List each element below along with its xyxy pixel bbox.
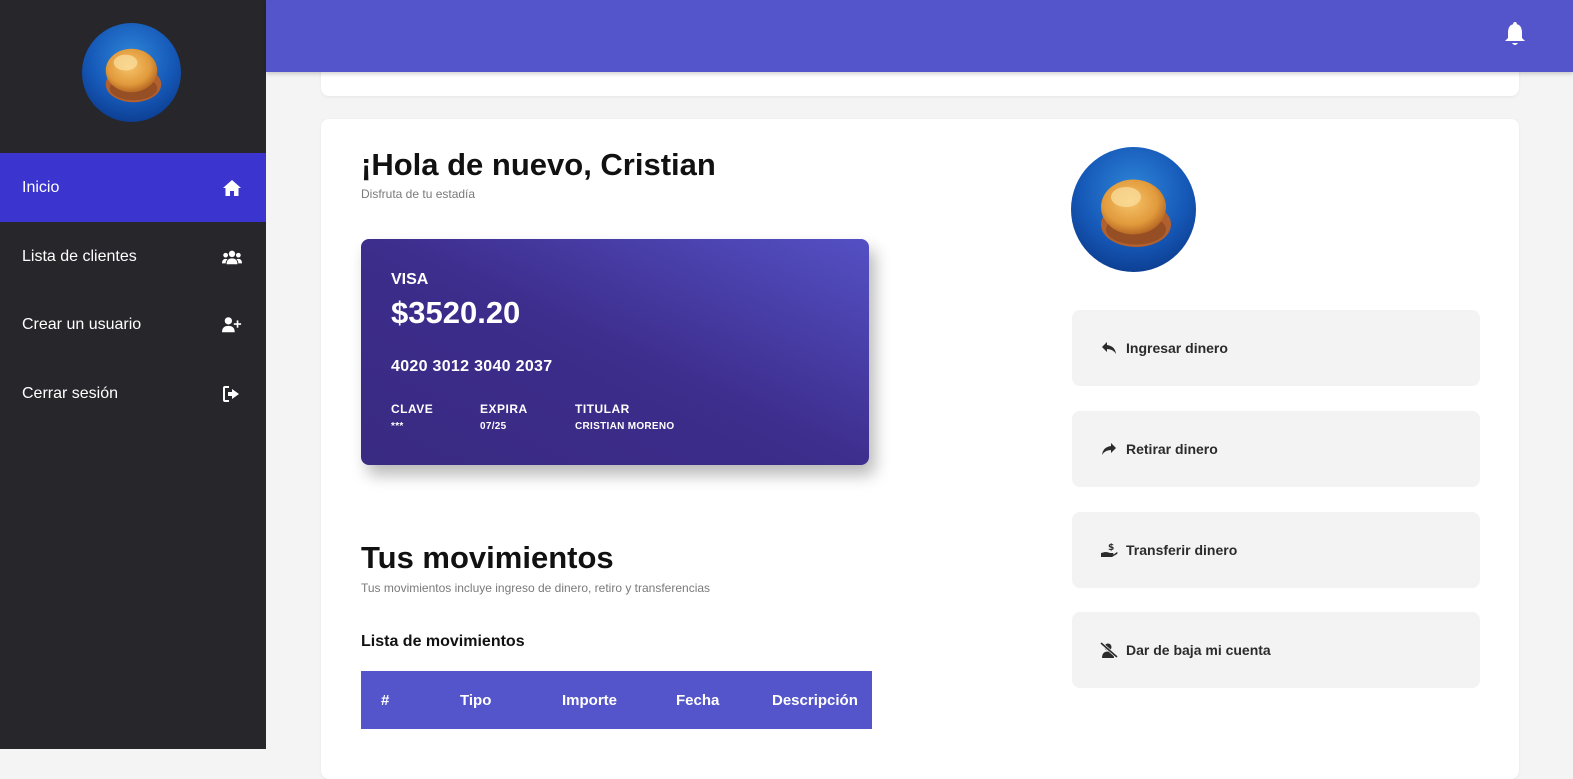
sidebar-item-label: Crear un usuario <box>22 315 142 333</box>
card-expira-label: EXPIRA <box>480 402 528 416</box>
sidebar-item-cerrar-sesion[interactable]: Cerrar sesión <box>0 359 266 428</box>
retirar-dinero-button[interactable]: Retirar dinero <box>1072 411 1480 487</box>
dar-de-baja-button[interactable]: Dar de baja mi cuenta <box>1072 612 1480 688</box>
credit-card: VISA $3520.20 4020 3012 3040 2037 CLAVE … <box>361 239 869 465</box>
reply-icon <box>1100 339 1118 357</box>
sidebar-item-inicio[interactable]: Inicio <box>0 153 266 222</box>
card-expira: EXPIRA 07/25 <box>480 402 528 432</box>
sign-out-icon <box>222 384 242 404</box>
share-icon <box>1100 440 1118 458</box>
transferir-dinero-button[interactable]: $ Transferir dinero <box>1072 512 1480 588</box>
card-clave-value: *** <box>391 421 404 432</box>
column-header-number: # <box>381 692 390 709</box>
movements-list-title: Lista de movimientos <box>361 633 525 650</box>
action-label: Dar de baja mi cuenta <box>1126 642 1271 658</box>
svg-text:$: $ <box>1108 543 1114 553</box>
movements-table-header: # Tipo Importe Fecha Descripción <box>361 671 872 729</box>
bell-icon[interactable] <box>1503 22 1527 48</box>
profile-avatar <box>1071 147 1196 272</box>
action-label: Ingresar dinero <box>1126 340 1228 356</box>
movements-title: Tus movimientos <box>361 540 614 575</box>
column-header-tipo: Tipo <box>460 692 492 709</box>
column-header-descripcion: Descripción <box>772 692 858 709</box>
card-titular-label: TITULAR <box>575 402 630 416</box>
card-titular-value: CRISTIAN MORENO <box>575 421 675 432</box>
column-header-importe: Importe <box>562 692 618 709</box>
column-header-fecha: Fecha <box>676 692 720 709</box>
user-slash-icon <box>1100 641 1118 659</box>
action-label: Retirar dinero <box>1126 441 1218 457</box>
users-icon <box>222 247 242 267</box>
topbar <box>266 0 1573 72</box>
jellyfish-image <box>82 23 181 122</box>
sidebar-item-label: Cerrar sesión <box>22 384 119 402</box>
sidebar-item-crear-usuario[interactable]: Crear un usuario <box>0 290 266 359</box>
hand-holding-dollar-icon: $ <box>1100 541 1118 559</box>
greeting-subtitle: Disfruta de tu estadía <box>361 187 476 201</box>
card-titular: TITULAR CRISTIAN MORENO <box>575 402 675 432</box>
card-balance: $3520.20 <box>391 295 521 330</box>
card-brand: VISA <box>391 271 429 288</box>
sidebar-avatar[interactable] <box>82 23 181 122</box>
jellyfish-image <box>1071 147 1196 272</box>
card-clave: CLAVE *** <box>391 402 433 432</box>
home-icon <box>222 178 242 198</box>
card-number: 4020 3012 3040 2037 <box>391 358 553 375</box>
sidebar-item-label: Inicio <box>22 178 60 196</box>
sidebar-item-lista-clientes[interactable]: Lista de clientes <box>0 222 266 291</box>
action-label: Transferir dinero <box>1126 542 1238 558</box>
user-plus-icon <box>222 315 242 335</box>
ingresar-dinero-button[interactable]: Ingresar dinero <box>1072 310 1480 386</box>
movements-subtitle: Tus movimientos incluye ingreso de diner… <box>361 581 711 595</box>
greeting-title: ¡Hola de nuevo, Cristian <box>361 147 716 182</box>
sidebar-item-label: Lista de clientes <box>22 247 137 265</box>
sidebar: Inicio Lista de clientes Crear un usuari… <box>0 0 266 749</box>
card-expira-value: 07/25 <box>480 421 507 432</box>
card-clave-label: CLAVE <box>391 402 434 416</box>
